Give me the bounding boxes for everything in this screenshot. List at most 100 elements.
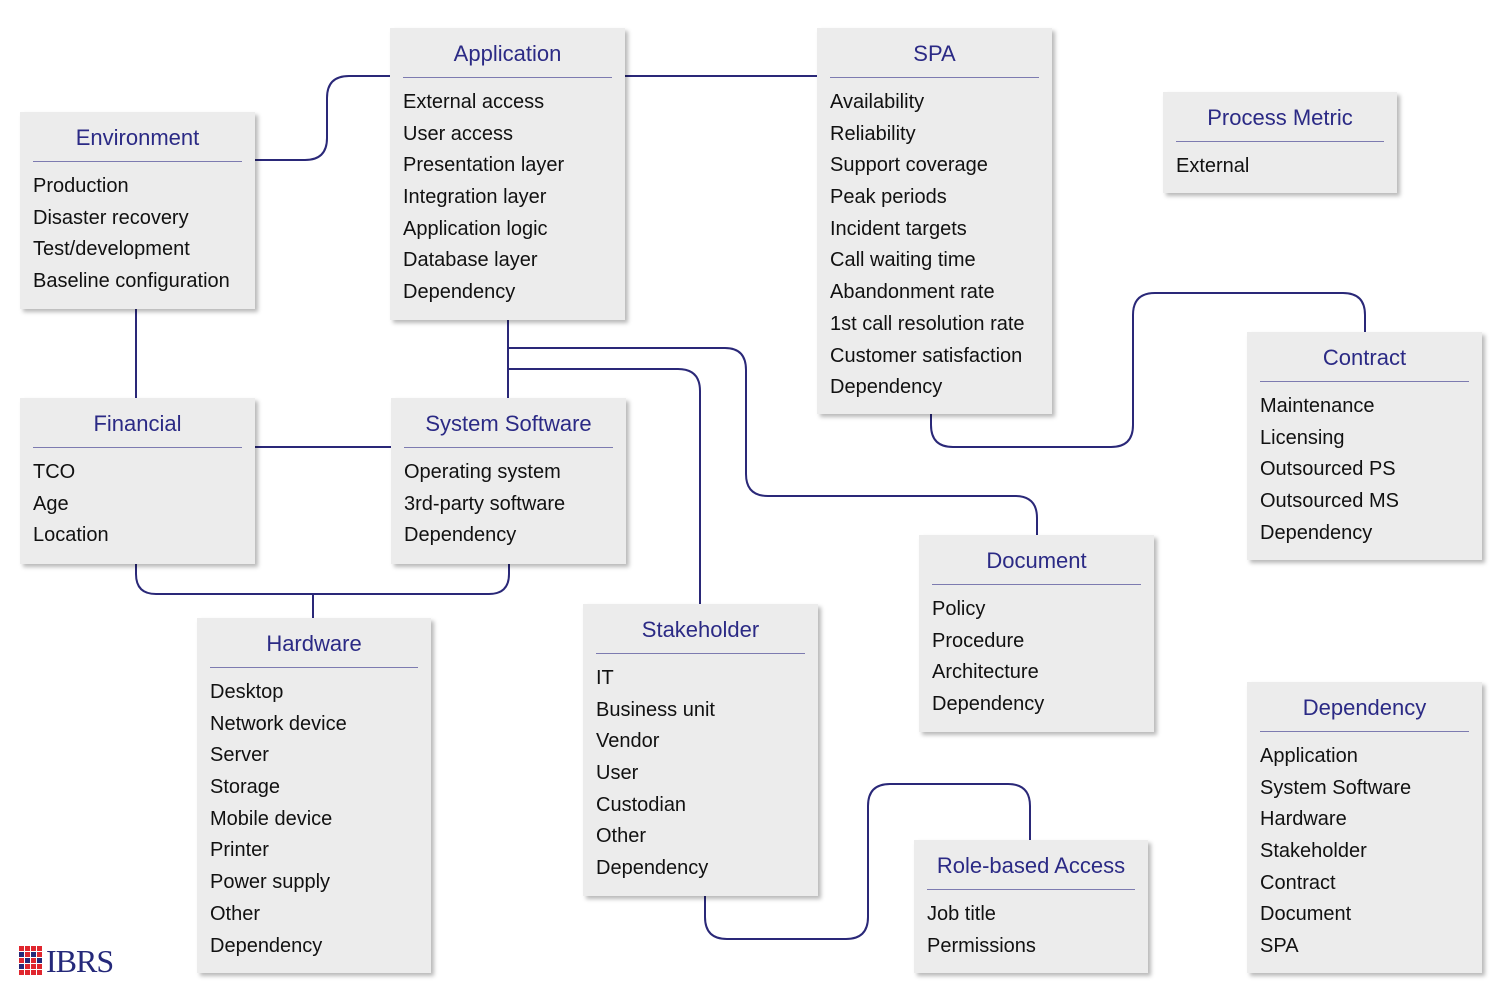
box-item: TCO xyxy=(33,461,76,483)
box-document: Document Policy Procedure Architecture Depen… xyxy=(919,535,1154,732)
box-item: Mobile device xyxy=(210,807,333,830)
box-item: Peak periods xyxy=(830,186,947,209)
box-item: Age xyxy=(33,492,69,515)
box-item: Policy xyxy=(932,598,986,620)
box-hardware: Hardware Desktop Network device Server Stora… xyxy=(197,618,431,973)
box-item: Server xyxy=(210,744,269,767)
box-item: External xyxy=(1176,155,1250,177)
box-item: Availability xyxy=(830,91,925,113)
box-item: 1st call resolution rate xyxy=(830,312,1025,335)
box-item: Licensing xyxy=(1260,426,1345,449)
box-item: 3rd-party software xyxy=(404,492,566,515)
box-title: Financial xyxy=(33,398,242,448)
logo-square xyxy=(37,946,42,951)
box-item: Integration layer xyxy=(403,186,547,209)
box-item: Permissions xyxy=(927,934,1036,957)
box-item: Vendor xyxy=(596,730,660,753)
box-item: Other xyxy=(596,825,647,848)
logo-text: IBRS xyxy=(46,942,114,979)
box-dependency: Dependency Application System Software Hard… xyxy=(1247,682,1482,973)
box-items: External access User access Presentation l… xyxy=(403,78,612,309)
logo-square xyxy=(37,958,42,963)
box-system-software: System Software Operating system 3rd-party… xyxy=(391,398,626,564)
box-item: Document xyxy=(1260,903,1352,926)
box-title: Hardware xyxy=(210,618,418,668)
box-item: Hardware xyxy=(1260,808,1347,831)
box-item: Storage xyxy=(210,776,281,799)
box-item: Presentation layer xyxy=(403,154,565,177)
box-title: Process Metric xyxy=(1176,92,1384,142)
box-item: Dependency xyxy=(932,693,1045,716)
logo-square xyxy=(37,964,42,969)
box-item: User xyxy=(596,762,639,785)
logo-square xyxy=(19,958,24,963)
box-items: Desktop Network device Server Storage Mobile… xyxy=(210,668,418,962)
box-item: Maintenance xyxy=(1260,395,1375,417)
logo-square xyxy=(25,964,30,969)
box-item: Dependency xyxy=(596,857,709,880)
box-title: Application xyxy=(403,28,612,78)
box-item: Dependency xyxy=(210,934,323,957)
box-contract: Contract Maintenance Licensing Outsourced P… xyxy=(1247,332,1482,560)
logo-square xyxy=(37,970,42,975)
box-item: Database layer xyxy=(403,249,538,272)
logo-square xyxy=(19,952,24,957)
box-item: Business unit xyxy=(596,698,715,721)
logo-grid-icon xyxy=(19,946,42,975)
box-environment: Environment Production Disaster recovery Te… xyxy=(20,112,255,309)
box-item: External access xyxy=(403,91,545,113)
box-item: Network device xyxy=(210,712,347,735)
box-item: Outsourced PS xyxy=(1260,458,1396,481)
box-item: Call waiting time xyxy=(830,249,976,272)
box-item: Operating system xyxy=(404,461,561,483)
box-item: Power supply xyxy=(210,871,331,894)
box-item: Desktop xyxy=(210,681,284,703)
logo-square xyxy=(37,952,42,957)
box-items: Policy Procedure Architecture Dependency xyxy=(932,585,1141,721)
box-item: Customer satisfaction xyxy=(830,344,1023,367)
box-item: SPA xyxy=(1260,935,1299,958)
box-item: Printer xyxy=(210,839,269,862)
box-item: Dependency xyxy=(1260,521,1373,544)
box-item: Procedure xyxy=(932,629,1025,652)
box-item: Application xyxy=(1260,745,1358,767)
box-items: IT Business unit Vendor User Custodian Other D… xyxy=(596,654,805,885)
box-item: Stakeholder xyxy=(1260,840,1367,863)
logo-square xyxy=(25,946,30,951)
box-item: Production xyxy=(33,175,129,197)
box-items: Operating system 3rd-party software Depend… xyxy=(404,448,613,552)
box-item: Contract xyxy=(1260,871,1336,894)
box-item: Reliability xyxy=(830,122,916,145)
box-title: SPA xyxy=(830,28,1039,78)
box-item: Dependency xyxy=(404,524,517,547)
box-title: Role-based Access xyxy=(927,840,1135,890)
box-item: Custodian xyxy=(596,793,687,816)
box-item: Other xyxy=(210,902,261,925)
box-item: Abandonment rate xyxy=(830,281,995,304)
logo-square xyxy=(19,946,24,951)
box-item: Disaster recovery xyxy=(33,206,189,229)
box-process-metric: Process Metric External xyxy=(1163,92,1397,193)
box-financial: Financial TCO Age Location xyxy=(20,398,255,564)
box-items: Application System Software Hardware Stakeh… xyxy=(1260,732,1469,963)
box-application: Application External access User access Pre… xyxy=(390,28,625,320)
logo-square xyxy=(25,958,30,963)
box-item: Support coverage xyxy=(830,154,988,177)
box-item: Incident targets xyxy=(830,217,967,240)
logo-square xyxy=(31,970,36,975)
box-title: Stakeholder xyxy=(596,604,805,654)
box-item: Outsourced MS xyxy=(1260,490,1399,513)
logo-square xyxy=(31,952,36,957)
logo-square xyxy=(31,946,36,951)
logo-square xyxy=(31,958,36,963)
box-item: Application logic xyxy=(403,217,548,240)
box-items: External xyxy=(1176,142,1384,183)
box-spa: SPA Availability Reliability Support covera… xyxy=(817,28,1052,414)
ibrs-logo: IBRS xyxy=(19,942,114,979)
box-items: Availability Reliability Support coverage P… xyxy=(830,78,1039,404)
logo-square xyxy=(31,964,36,969)
box-items: Maintenance Licensing Outsourced PS Outsour… xyxy=(1260,382,1469,549)
box-title: Dependency xyxy=(1260,682,1469,732)
box-item: Job title xyxy=(927,903,996,925)
box-item: Architecture xyxy=(932,661,1039,684)
